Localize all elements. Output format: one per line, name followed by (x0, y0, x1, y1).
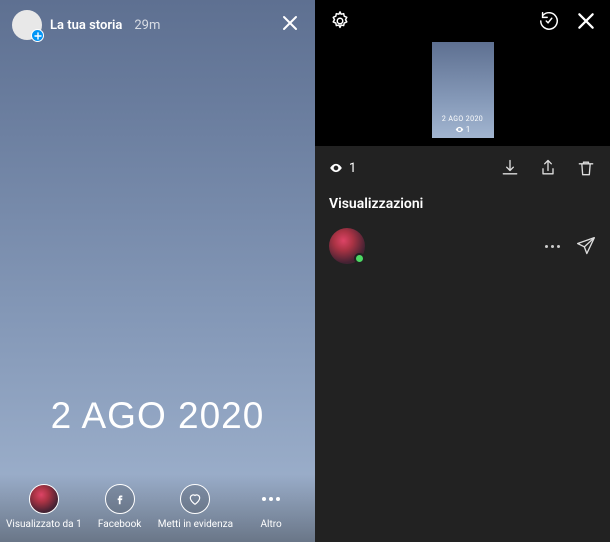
add-story-icon (31, 29, 44, 42)
story-thumbnail-strip: 2 AGO 2020 1 (315, 38, 610, 146)
story-caption: 2 AGO 2020 (0, 395, 315, 437)
insights-top-bar (315, 0, 610, 38)
thumbnail-caption: 2 AGO 2020 (442, 115, 483, 123)
eye-icon (455, 125, 464, 134)
story-title: La tua storia (50, 18, 122, 33)
more-label: Altro (261, 519, 282, 530)
settings-icon[interactable] (329, 10, 351, 32)
stats-row: 1 (315, 146, 610, 190)
viewed-by-label: Visualizzato da 1 (6, 519, 82, 530)
viewer-row[interactable] (315, 222, 610, 270)
close-insights-button[interactable] (576, 11, 596, 31)
more-button[interactable]: Altro (233, 484, 309, 530)
share-button[interactable] (538, 158, 558, 178)
views-section-title: Visualizzazioni (315, 190, 610, 222)
viewer-avatar (329, 228, 365, 264)
view-count-value: 1 (349, 161, 356, 176)
more-icon (256, 484, 286, 514)
view-count: 1 (329, 161, 356, 176)
insights-body: 1 Visualizzazioni (315, 146, 610, 542)
viewer-avatar-icon (29, 484, 59, 514)
thumbnail-views: 1 (455, 125, 471, 134)
download-button[interactable] (500, 158, 520, 178)
highlight-button[interactable]: Metti in evidenza (158, 484, 234, 530)
share-facebook-button[interactable]: Facebook (82, 484, 158, 530)
heart-icon (180, 484, 210, 514)
story-footer: Visualizzato da 1 Facebook Metti in evid… (0, 474, 315, 542)
thumbnail-view-count: 1 (466, 125, 471, 134)
your-story-avatar[interactable] (12, 10, 42, 40)
eye-icon (329, 161, 343, 175)
delete-button[interactable] (576, 158, 596, 178)
viewer-more-button[interactable] (545, 245, 560, 248)
story-thumbnail[interactable]: 2 AGO 2020 1 (432, 42, 494, 138)
highlight-label: Metti in evidenza (158, 519, 233, 530)
boost-icon[interactable] (538, 10, 560, 32)
story-header: La tua storia 29m (0, 0, 315, 50)
story-timestamp: 29m (134, 18, 160, 33)
online-indicator-icon (354, 253, 365, 264)
close-button[interactable] (277, 10, 303, 40)
facebook-label: Facebook (98, 519, 141, 530)
viewed-by-button[interactable]: Visualizzato da 1 (6, 484, 82, 530)
insights-view: 2 AGO 2020 1 1 (315, 0, 610, 542)
facebook-icon (105, 484, 135, 514)
send-message-button[interactable] (576, 236, 596, 256)
story-view: La tua storia 29m 2 AGO 2020 Visualizzat… (0, 0, 315, 542)
